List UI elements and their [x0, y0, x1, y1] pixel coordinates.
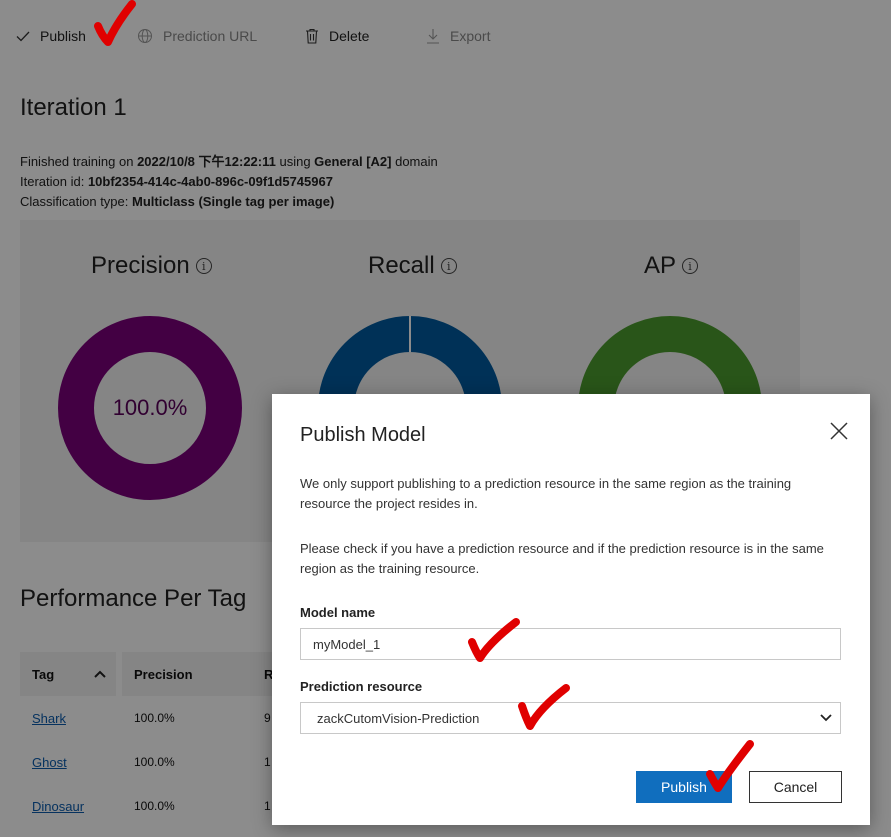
dialog-description-2: Please check if you have a prediction re… [300, 541, 824, 576]
model-name-label: Model name [300, 605, 376, 620]
dialog-description-1: We only support publishing to a predicti… [300, 476, 792, 511]
model-name-input[interactable]: myModel_1 [300, 628, 841, 660]
dialog-title: Publish Model [300, 424, 426, 446]
chevron-down-icon [820, 714, 832, 722]
prediction-resource-value: zackCutomVision-Prediction [317, 710, 480, 726]
prediction-resource-label: Prediction resource [300, 679, 423, 694]
publish-button[interactable]: Publish [636, 771, 732, 803]
cancel-button[interactable]: Cancel [749, 771, 842, 803]
publish-model-dialog: Publish Model We only support publishing… [272, 394, 870, 825]
prediction-resource-select[interactable]: zackCutomVision-Prediction [300, 702, 841, 734]
model-name-value: myModel_1 [313, 636, 381, 652]
close-icon[interactable] [830, 422, 848, 445]
